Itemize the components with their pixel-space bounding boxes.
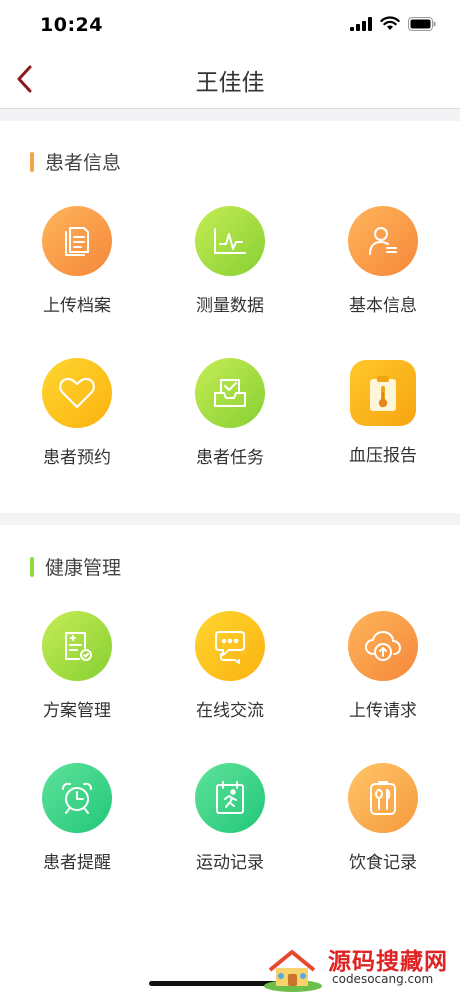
section-title: 患者信息 <box>45 152 122 174</box>
section-divider <box>0 513 460 525</box>
status-icons <box>350 16 436 31</box>
house-logo-icon <box>264 950 322 992</box>
page-title: 王佳佳 <box>195 70 265 96</box>
section-divider <box>0 109 460 121</box>
grid-item-label: 饮食记录 <box>349 853 417 873</box>
watermark-url: codesocang.com <box>332 972 434 986</box>
cloud-upload-icon <box>348 611 418 681</box>
grid-item-label: 测量数据 <box>196 296 264 316</box>
document-stack-icon <box>42 206 112 276</box>
grid-item-label: 患者预约 <box>43 448 111 468</box>
grid-item-basic-info[interactable]: 基本信息 <box>313 206 453 316</box>
user-profile-icon <box>348 206 418 276</box>
waveform-chart-icon <box>195 206 265 276</box>
grid-item-label: 在线交流 <box>196 701 264 721</box>
navigation-bar: 王佳佳 <box>0 50 460 109</box>
inbox-check-icon <box>195 358 265 428</box>
grid-item-blood-pressure-report[interactable]: 血压报告 <box>313 358 453 466</box>
grid-item-label: 上传档案 <box>43 296 111 316</box>
grid-item-label: 患者任务 <box>196 448 264 468</box>
section-accent-bar <box>30 151 34 172</box>
utensils-icon <box>348 763 418 833</box>
chat-bubbles-icon <box>195 611 265 681</box>
running-calendar-icon <box>195 763 265 833</box>
grid-item-label: 血压报告 <box>349 446 417 466</box>
section-header-patient-info: 患者信息 <box>30 148 121 175</box>
section-header-health-management: 健康管理 <box>30 553 121 580</box>
plan-document-icon <box>42 611 112 681</box>
watermark-logo: 源码搜藏网 codesocang.com <box>262 940 458 994</box>
wifi-icon <box>380 16 400 30</box>
section-accent-bar <box>30 556 34 577</box>
grid-item-patient-task[interactable]: 患者任务 <box>160 358 300 468</box>
alarm-clock-icon <box>42 763 112 833</box>
heart-outline-icon <box>42 358 112 428</box>
section-title: 健康管理 <box>45 557 122 579</box>
battery-icon <box>408 16 436 31</box>
grid-item-upload-request[interactable]: 上传请求 <box>313 611 453 721</box>
grid-item-label: 运动记录 <box>196 853 264 873</box>
grid-item-plan-management[interactable]: 方案管理 <box>7 611 147 721</box>
grid-item-diet-record[interactable]: 饮食记录 <box>313 763 453 873</box>
grid-item-measurement-data[interactable]: 测量数据 <box>160 206 300 316</box>
grid-item-label: 基本信息 <box>349 296 417 316</box>
status-bar: 10:24 <box>0 0 460 50</box>
cellular-signal-icon <box>350 16 372 31</box>
grid-item-exercise-record[interactable]: 运动记录 <box>160 763 300 873</box>
grid-item-online-chat[interactable]: 在线交流 <box>160 611 300 721</box>
thermometer-clipboard-icon <box>350 360 416 426</box>
grid-item-label: 上传请求 <box>349 701 417 721</box>
grid-item-upload-archive[interactable]: 上传档案 <box>7 206 147 316</box>
grid-item-label: 患者提醒 <box>43 853 111 873</box>
status-time: 10:24 <box>40 14 103 36</box>
grid-item-label: 方案管理 <box>43 701 111 721</box>
watermark-title: 源码搜藏网 <box>328 949 448 975</box>
grid-item-patient-reminder[interactable]: 患者提醒 <box>7 763 147 873</box>
grid-item-appointment[interactable]: 患者预约 <box>7 358 147 468</box>
